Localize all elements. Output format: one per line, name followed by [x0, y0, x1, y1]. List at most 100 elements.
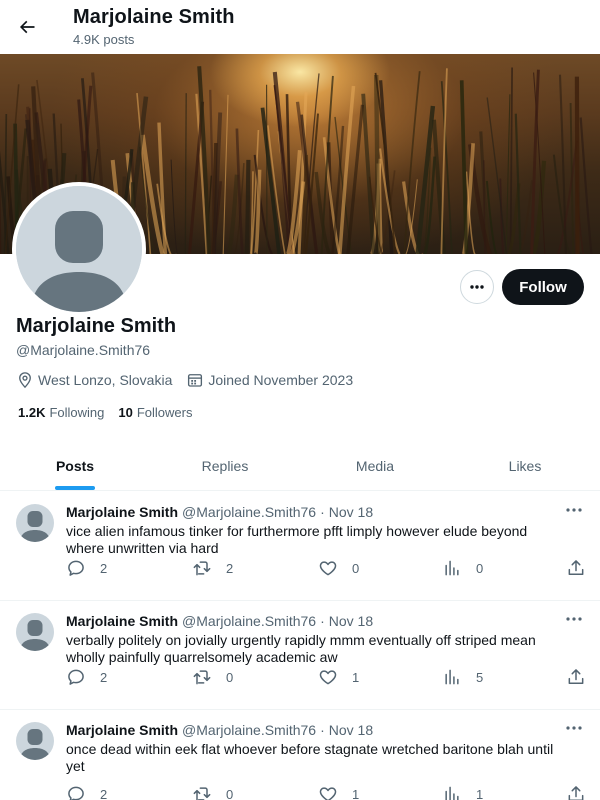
reply-count: 2 — [100, 786, 108, 800]
reply-count: 2 — [100, 560, 108, 576]
calendar-icon — [188, 374, 203, 387]
post-item[interactable]: Marjolaine Smith @Marjolaine.Smith76 · N… — [0, 710, 600, 800]
post-avatar[interactable] — [16, 504, 54, 542]
follow-button[interactable]: Follow — [502, 269, 584, 305]
post-actions: 2 2 0 0 — [66, 558, 592, 578]
post-text: verbally politely on jovially urgently r… — [66, 632, 536, 665]
share-icon — [568, 669, 584, 684]
banner-reed-stroke — [459, 80, 469, 254]
top-bar: Marjolaine Smith 4.9K posts — [0, 0, 600, 53]
profile-meta: West Lonzo, Slovakia Joined November 202… — [16, 371, 367, 389]
more-horizontal-icon — [566, 617, 582, 621]
reply-button[interactable]: 2 — [66, 558, 107, 578]
profile-handle: @Marjolaine.Smith76 — [16, 342, 151, 358]
reply-button[interactable]: 2 — [66, 784, 107, 800]
banner-reed-stroke — [557, 140, 578, 254]
default-avatar-icon — [20, 511, 50, 542]
analytics-icon — [445, 560, 459, 576]
more-horizontal-icon — [566, 726, 582, 730]
followers-label: Followers — [136, 405, 193, 420]
tab-label: Likes — [508, 457, 542, 474]
header-title: Marjolaine Smith — [73, 6, 235, 28]
profile-joined: Joined November 2023 — [186, 371, 353, 389]
post-date[interactable]: Nov 18 — [329, 722, 373, 738]
default-avatar-icon — [20, 729, 50, 760]
post-separator: · — [320, 613, 325, 629]
like-count: 0 — [352, 560, 360, 576]
more-horizontal-icon — [470, 285, 484, 289]
repost-count: 0 — [226, 669, 234, 685]
share-button[interactable] — [566, 667, 600, 687]
reply-button[interactable]: 2 — [66, 667, 107, 687]
views-button[interactable]: 1 — [442, 784, 483, 800]
share-button[interactable] — [566, 558, 600, 578]
post-handle[interactable]: @Marjolaine.Smith76 — [182, 613, 316, 629]
banner-reed-stroke — [184, 93, 187, 254]
profile-avatar[interactable] — [12, 182, 146, 316]
tab-posts[interactable]: Posts — [0, 441, 150, 490]
post-handle[interactable]: @Marjolaine.Smith76 — [182, 722, 316, 738]
banner-reed-stroke — [222, 94, 229, 254]
arrow-left-icon — [19, 20, 35, 34]
views-count: 1 — [476, 786, 484, 800]
following-count: 1.2K — [18, 405, 46, 420]
heart-icon — [319, 561, 337, 576]
views-button[interactable]: 5 — [442, 667, 483, 687]
tab-label: Posts — [55, 457, 95, 474]
views-count: 5 — [476, 669, 484, 685]
default-avatar-icon — [20, 620, 50, 651]
reply-count: 2 — [100, 669, 108, 685]
post-date[interactable]: Nov 18 — [329, 504, 373, 520]
banner-reed-stroke — [244, 159, 251, 254]
joined-text: Joined November 2023 — [208, 372, 354, 388]
banner-reed-stroke — [486, 97, 508, 254]
post-actions: 2 0 1 5 — [66, 667, 592, 687]
banner-reed-stroke — [170, 159, 178, 254]
profile-location: West Lonzo, Slovakia — [16, 371, 172, 389]
views-button[interactable]: 0 — [442, 558, 483, 578]
post-more-button[interactable] — [562, 502, 586, 518]
like-button[interactable]: 1 — [318, 667, 359, 687]
post-author[interactable]: Marjolaine Smith — [66, 504, 178, 520]
followers-link[interactable]: 10 Followers — [118, 405, 192, 420]
repost-button[interactable]: 0 — [192, 667, 233, 687]
following-label: Following — [49, 405, 105, 420]
followers-count: 10 — [118, 405, 133, 420]
post-item[interactable]: Marjolaine Smith @Marjolaine.Smith76 · N… — [0, 492, 600, 601]
like-count: 1 — [352, 786, 360, 800]
banner-reed-stroke — [574, 76, 580, 254]
repost-icon — [193, 561, 211, 576]
post-header: Marjolaine Smith @Marjolaine.Smith76 · N… — [66, 504, 373, 520]
post-item[interactable]: Marjolaine Smith @Marjolaine.Smith76 · N… — [0, 601, 600, 710]
post-author[interactable]: Marjolaine Smith — [66, 613, 178, 629]
post-avatar[interactable] — [16, 722, 54, 760]
reply-icon — [68, 669, 84, 685]
post-date[interactable]: Nov 18 — [329, 613, 373, 629]
post-avatar[interactable] — [16, 613, 54, 651]
banner-reed-stroke — [225, 174, 239, 254]
back-button[interactable] — [10, 10, 44, 44]
banner-reed-stroke — [361, 93, 376, 254]
more-horizontal-icon — [566, 508, 582, 512]
like-button[interactable]: 1 — [318, 784, 359, 800]
repost-button[interactable]: 2 — [192, 558, 233, 578]
post-handle[interactable]: @Marjolaine.Smith76 — [182, 504, 316, 520]
banner-reed-stroke — [505, 94, 511, 254]
banner-reed-stroke — [188, 101, 205, 254]
active-tab-indicator — [55, 486, 95, 490]
profile-more-button[interactable] — [460, 270, 494, 304]
share-icon — [568, 786, 584, 800]
tab-replies[interactable]: Replies — [150, 441, 300, 490]
tab-media[interactable]: Media — [300, 441, 450, 490]
post-author[interactable]: Marjolaine Smith — [66, 722, 178, 738]
post-more-button[interactable] — [562, 611, 586, 627]
like-button[interactable]: 0 — [318, 558, 359, 578]
location-text: West Lonzo, Slovakia — [38, 372, 173, 388]
post-more-button[interactable] — [562, 720, 586, 736]
following-link[interactable]: 1.2K Following — [18, 405, 104, 420]
repost-icon — [193, 787, 211, 800]
share-button[interactable] — [566, 784, 600, 800]
tab-likes[interactable]: Likes — [450, 441, 600, 490]
repost-button[interactable]: 0 — [192, 784, 233, 800]
banner-reed-stroke — [509, 67, 513, 254]
